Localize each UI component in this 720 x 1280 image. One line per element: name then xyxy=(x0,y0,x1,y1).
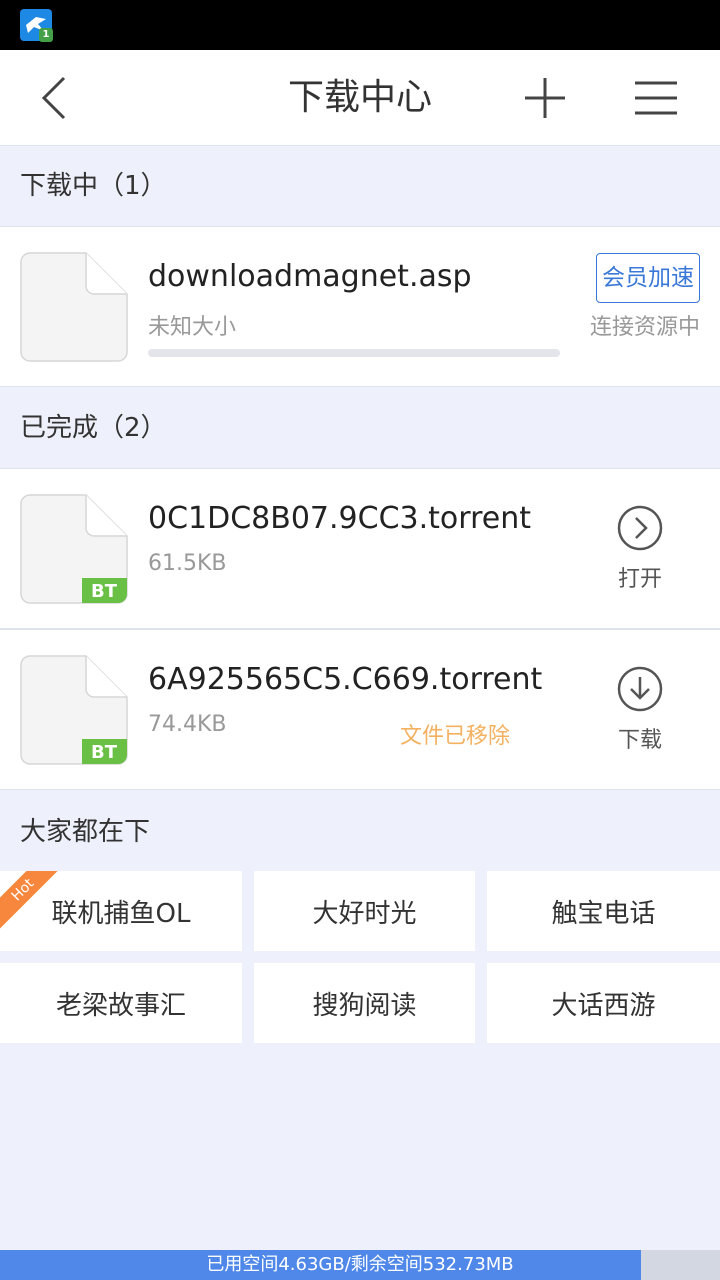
file-name: downloadmagnet.asp xyxy=(148,259,472,294)
add-task-button[interactable] xyxy=(510,50,580,146)
downloading-section-header: 下载中（1） xyxy=(0,146,720,226)
storage-usage-bar: 已用空间4.63GB/剩余空间532.73MB xyxy=(0,1250,720,1280)
bt-badge: BT xyxy=(91,742,118,763)
file-icon xyxy=(20,252,128,362)
chevron-left-icon xyxy=(41,76,66,120)
completed-item[interactable]: BT 0C1DC8B07.9CC3.torrent 61.5KB 打开 xyxy=(0,468,720,629)
chevron-right-circle-icon xyxy=(617,505,663,551)
download-label: 下载 xyxy=(617,728,662,753)
vip-accelerate-button[interactable]: 会员加速 xyxy=(596,253,700,303)
downloading-item[interactable]: downloadmagnet.asp 未知大小 会员加速 连接资源中 xyxy=(0,226,720,387)
popular-item[interactable]: 大话西游 xyxy=(487,963,720,1043)
popular-item-label: 老梁故事汇 xyxy=(55,990,186,1021)
file-name: 0C1DC8B07.9CC3.torrent xyxy=(148,501,531,536)
popular-item[interactable]: 触宝电话 xyxy=(487,871,720,951)
completed-item[interactable]: BT 6A925565C5.C669.torrent 74.4KB 文件已移除 … xyxy=(0,629,720,790)
popular-item[interactable]: 老梁故事汇 xyxy=(0,963,242,1043)
download-circle-icon xyxy=(617,666,663,712)
download-button[interactable]: 下载 xyxy=(600,666,680,754)
popular-item-label: 触宝电话 xyxy=(551,898,656,929)
completed-section-header: 已完成（2） xyxy=(0,388,720,468)
file-size: 74.4KB xyxy=(148,712,227,737)
popular-item[interactable]: 大好时光 xyxy=(254,871,475,951)
storage-usage-text: 已用空间4.63GB/剩余空间532.73MB xyxy=(206,1254,514,1275)
bt-badge: BT xyxy=(91,581,118,602)
file-removed-note: 文件已移除 xyxy=(400,724,511,749)
open-label: 打开 xyxy=(617,567,662,592)
file-size: 61.5KB xyxy=(148,551,227,576)
file-name: 6A925565C5.C669.torrent xyxy=(148,662,543,697)
back-button[interactable] xyxy=(20,50,90,146)
bt-file-icon: BT xyxy=(20,494,128,604)
page-title: 下载中心 xyxy=(287,77,432,118)
popular-item-label: 搜狗阅读 xyxy=(312,990,417,1021)
popular-item-label: 大好时光 xyxy=(312,898,417,929)
popular-item-label: 大话西游 xyxy=(551,990,656,1021)
hamburger-menu-icon xyxy=(635,81,677,115)
popular-section-header: 大家都在下 xyxy=(20,817,151,847)
download-progress-bar xyxy=(148,349,560,357)
popular-item[interactable]: Hot 联机捕鱼OL xyxy=(0,871,242,951)
download-status: 连接资源中 xyxy=(589,315,700,340)
popular-item[interactable]: 搜狗阅读 xyxy=(254,963,475,1043)
notification-count-badge: 1 xyxy=(39,28,53,42)
status-bar: 1 xyxy=(0,0,720,50)
thunder-app-icon: 1 xyxy=(20,9,53,42)
menu-button[interactable] xyxy=(620,50,692,146)
top-bar: 下载中心 xyxy=(0,50,720,146)
file-size: 未知大小 xyxy=(148,315,237,340)
popular-item-label: 联机捕鱼OL xyxy=(51,898,191,929)
plus-icon xyxy=(525,78,565,118)
bt-file-icon: BT xyxy=(20,655,128,765)
open-button[interactable]: 打开 xyxy=(600,505,680,593)
